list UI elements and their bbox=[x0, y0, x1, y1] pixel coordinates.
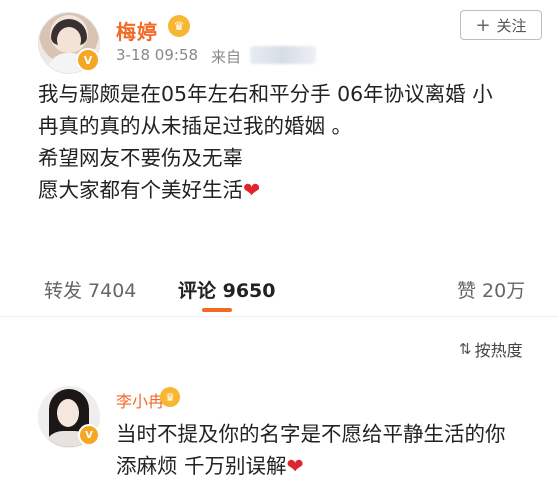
post-line-2: 冉真的真的从未插足过我的婚姻 。 bbox=[38, 114, 353, 138]
comment-line-1: 当时不提及你的名字是不愿给平静生活的你 bbox=[116, 422, 506, 446]
sort-label: 按热度 bbox=[474, 341, 523, 360]
vip-icon: ♛ bbox=[160, 387, 180, 407]
post-source-label: 来自 bbox=[211, 48, 242, 66]
comment-line-2: 添麻烦 千万别误解❤ bbox=[116, 450, 546, 482]
verified-badge-icon: V bbox=[78, 424, 100, 446]
comment-line-2-text: 添麻烦 千万别误解 bbox=[116, 454, 287, 478]
post-body: 我与鄢颇是在05年左右和平分手 06年协议离婚 小 冉真的真的从未插足过我的婚姻… bbox=[38, 78, 538, 206]
divider bbox=[0, 316, 558, 317]
post-line-1: 我与鄢颇是在05年左右和平分手 06年协议离婚 小 bbox=[38, 82, 493, 106]
follow-button[interactable]: + 关注 bbox=[460, 10, 542, 40]
author-name[interactable]: 梅婷 bbox=[116, 16, 158, 45]
commenter-name[interactable]: 李小冉 bbox=[116, 388, 164, 412]
sort-icon: ⇅ bbox=[459, 340, 472, 358]
heart-icon: ❤ bbox=[286, 454, 304, 478]
like-count[interactable]: 赞 20万 bbox=[457, 276, 525, 303]
follow-label: 关注 bbox=[496, 16, 527, 35]
post-time: 3-18 09:58 bbox=[116, 46, 199, 64]
comment-count-tab[interactable]: 评论 9650 bbox=[178, 276, 276, 303]
post-source-redacted bbox=[250, 46, 316, 64]
sort-by-hot-button[interactable]: ⇅ 按热度 bbox=[459, 337, 523, 361]
post-line-3: 希望网友不要伤及无辜 bbox=[38, 146, 243, 170]
active-tab-indicator bbox=[202, 308, 232, 312]
verified-badge-icon: V bbox=[76, 48, 100, 72]
heart-icon: ❤ bbox=[243, 178, 261, 202]
repost-count[interactable]: 转发 7404 bbox=[44, 276, 136, 303]
post-line-4: 愿大家都有个美好生活❤ bbox=[38, 174, 538, 206]
post-line-4-text: 愿大家都有个美好生活 bbox=[38, 178, 243, 202]
comment-body: 当时不提及你的名字是不愿给平静生活的你 添麻烦 千万别误解❤ bbox=[116, 418, 546, 482]
vip-icon: ♛ bbox=[168, 15, 190, 37]
plus-icon: + bbox=[475, 14, 491, 36]
